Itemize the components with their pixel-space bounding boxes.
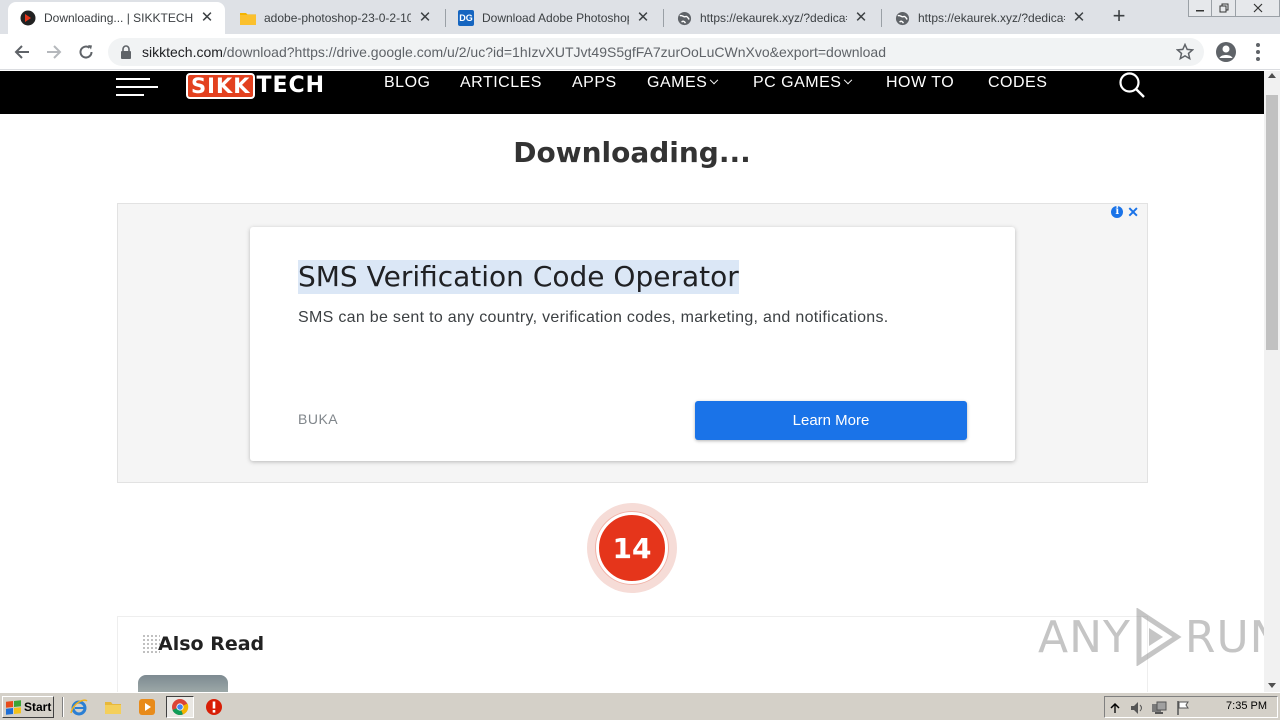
nav-apps[interactable]: APPS	[572, 74, 617, 92]
close-icon[interactable]: ✕	[1071, 10, 1087, 26]
info-icon[interactable]: i	[1111, 206, 1124, 218]
start-button[interactable]: Start	[2, 696, 54, 718]
globe-icon	[894, 10, 910, 26]
site-header: SIKK TECH BLOG ARTICLES APPS GAMES PC GA…	[0, 71, 1264, 114]
taskbar: Start 7:35 PM	[0, 692, 1280, 720]
arrow-left-icon	[14, 45, 29, 59]
scroll-up-arrow-icon[interactable]	[1268, 73, 1276, 78]
internet-explorer-icon[interactable]	[70, 698, 88, 716]
chevron-down-icon	[710, 75, 719, 85]
logo-mark: SIKK	[186, 72, 256, 99]
forward-button[interactable]	[42, 40, 66, 64]
ad-choices[interactable]: i ✕	[1111, 205, 1139, 219]
tab-title: Download Adobe Photoshop 202	[482, 11, 629, 25]
tab-title: https://ekaurek.xyz/?dedica=20	[918, 11, 1065, 25]
chevron-down-icon	[844, 75, 853, 85]
hamburger-menu-icon[interactable]	[116, 75, 158, 96]
tab-ekaurek-1[interactable]: https://ekaurek.xyz/?dedica=20 ✕	[664, 2, 879, 34]
chrome-taskbar-icon[interactable]	[166, 696, 194, 718]
tab-title: https://ekaurek.xyz/?dedica=20	[700, 11, 847, 25]
system-clock[interactable]: 7:35 PM	[1226, 700, 1267, 712]
nav-blog[interactable]: BLOG	[384, 74, 430, 92]
page-viewport: SIKK TECH BLOG ARTICLES APPS GAMES PC GA…	[0, 71, 1264, 692]
network-icon[interactable]	[1151, 700, 1167, 716]
profile-avatar-icon[interactable]	[1214, 40, 1238, 64]
arrow-right-icon	[47, 45, 62, 59]
close-icon[interactable]: ✕	[1127, 205, 1139, 219]
site-logo[interactable]: SIKK TECH	[186, 72, 325, 99]
volume-icon[interactable]	[1129, 700, 1145, 716]
nav-how-to[interactable]: HOW TO	[886, 74, 954, 92]
close-icon	[1253, 3, 1262, 13]
flag-icon[interactable]	[1175, 700, 1191, 716]
folder-icon	[240, 10, 256, 26]
page-title: Downloading...	[513, 136, 751, 169]
tab-title: Downloading... | SIKKTECH	[44, 11, 193, 25]
globe-icon	[676, 10, 692, 26]
window-controls	[1188, 0, 1280, 18]
stop-app-icon[interactable]	[205, 698, 223, 716]
restore-button[interactable]	[1212, 0, 1236, 17]
close-icon[interactable]: ✕	[417, 10, 433, 26]
sikktech-favicon-icon	[20, 10, 36, 26]
system-tray: 7:35 PM	[1104, 696, 1278, 718]
tab-download-photoshop[interactable]: DG Download Adobe Photoshop 202 ✕	[446, 2, 661, 34]
tab-adobe-folder[interactable]: adobe-photoshop-23-0-2-101-c ✕	[228, 2, 443, 34]
browser-menu-button[interactable]	[1250, 40, 1266, 64]
watermark-text-left: ANY	[1038, 611, 1131, 663]
file-explorer-icon[interactable]	[104, 698, 122, 716]
learn-more-button[interactable]: Learn More	[695, 401, 967, 440]
page-scrollbar[interactable]	[1264, 71, 1280, 692]
tab-ekaurek-2[interactable]: https://ekaurek.xyz/?dedica=20 ✕	[882, 2, 1097, 34]
restore-icon	[1219, 3, 1228, 13]
nav-articles[interactable]: ARTICLES	[460, 74, 542, 92]
scroll-down-arrow-icon[interactable]	[1268, 683, 1276, 688]
close-icon[interactable]: ✕	[199, 10, 215, 26]
address-bar[interactable]: sikktech.com/download?https://drive.goog…	[108, 38, 1204, 66]
countdown-timer: 14	[596, 512, 668, 584]
chevron-up-icon[interactable]	[1109, 700, 1125, 716]
url-path: /download?https://drive.google.com/u/2/u…	[222, 44, 886, 60]
also-read-section: Also Read	[117, 616, 1148, 692]
ad-advertiser[interactable]: BUKA	[298, 411, 338, 427]
windows-logo-icon	[6, 699, 21, 715]
section-title: Also Read	[158, 633, 265, 655]
anyrun-watermark: ANY RUN	[1038, 608, 1264, 666]
article-thumbnail[interactable]	[138, 675, 228, 692]
reload-button[interactable]	[74, 40, 98, 64]
browser-tab-strip: Downloading... | SIKKTECH ✕ adobe-photos…	[0, 0, 1280, 34]
scrollbar-thumb[interactable]	[1266, 95, 1278, 350]
ad-card[interactable]: SMS Verification Code Operator SMS can b…	[250, 227, 1015, 461]
close-icon[interactable]: ✕	[635, 10, 651, 26]
nav-games[interactable]: GAMES	[647, 74, 719, 92]
lock-icon[interactable]	[120, 45, 134, 59]
search-icon[interactable]	[1118, 71, 1146, 99]
minimize-button[interactable]	[1188, 0, 1212, 17]
close-window-button[interactable]	[1236, 0, 1280, 17]
media-player-icon[interactable]	[138, 698, 156, 716]
back-button[interactable]	[10, 40, 34, 64]
nav-pc-games[interactable]: PC GAMES	[753, 74, 853, 92]
ad-container: i ✕ SMS Verification Code Operator SMS c…	[117, 203, 1148, 483]
tab-downloading[interactable]: Downloading... | SIKKTECH ✕	[8, 2, 225, 34]
countdown-ring: 14	[587, 503, 677, 593]
bookmark-star-icon[interactable]	[1175, 42, 1195, 66]
watermark-text-right: RUN	[1184, 611, 1264, 663]
taskbar-separator	[62, 697, 64, 717]
new-tab-button[interactable]: +	[1108, 5, 1130, 28]
play-logo-icon	[1136, 608, 1182, 666]
browser-toolbar: sikktech.com/download?https://drive.goog…	[0, 34, 1280, 70]
dg-favicon-icon: DG	[458, 10, 474, 26]
minimize-icon	[1196, 10, 1204, 12]
url-text: sikktech.com/download?https://drive.goog…	[142, 44, 886, 60]
url-host: sikktech.com	[142, 44, 223, 60]
close-icon[interactable]: ✕	[853, 10, 869, 26]
logo-wordmark: TECH	[256, 72, 326, 98]
reload-icon	[79, 45, 93, 59]
tab-title: adobe-photoshop-23-0-2-101-c	[264, 11, 411, 25]
ad-headline[interactable]: SMS Verification Code Operator	[298, 260, 739, 294]
ad-body-text: SMS can be sent to any country, verifica…	[298, 309, 889, 326]
nav-codes[interactable]: CODES	[988, 74, 1047, 92]
start-label: Start	[24, 700, 52, 714]
